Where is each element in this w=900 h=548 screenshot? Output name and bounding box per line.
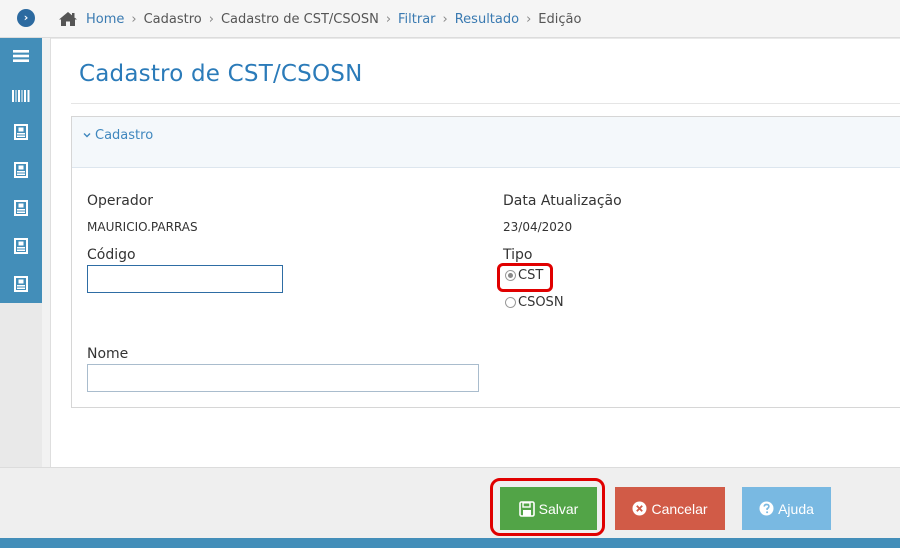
bottom-accent-bar: [0, 538, 900, 548]
radio-button[interactable]: [505, 297, 516, 308]
sidebar-item-barcode[interactable]: [0, 78, 42, 114]
sidebar-gutter: [42, 38, 51, 468]
cancelar-label: Cancelar: [651, 500, 708, 517]
chevron-right-icon: ›: [442, 11, 448, 27]
top-bar: › Home › Cadastro › Cadastro de CST/CSOS…: [0, 0, 900, 38]
sidebar-item-report-1[interactable]: [0, 114, 42, 150]
nome-label: Nome: [87, 346, 129, 362]
tipo-label: Tipo: [503, 247, 533, 263]
sidebar-item-menu[interactable]: [0, 38, 42, 74]
data-atualizacao-label: Data Atualização: [503, 193, 622, 209]
nome-input[interactable]: [87, 364, 479, 392]
ajuda-button[interactable]: Ajuda: [742, 487, 831, 530]
report-icon: [14, 200, 28, 216]
panel-title: Cadastro: [95, 128, 154, 143]
page-title: Cadastro de CST/CSOSN: [79, 61, 363, 87]
data-atualizacao-value: 23/04/2020: [503, 220, 573, 234]
breadcrumb-cadastro-cst: Cadastro de CST/CSOSN: [220, 11, 379, 27]
main-content: Cadastro de CST/CSOSN Cadastro: [51, 39, 900, 467]
cancelar-button[interactable]: Cancelar: [615, 487, 725, 530]
breadcrumb-cadastro: Cadastro: [143, 11, 202, 27]
codigo-input[interactable]: [87, 265, 283, 293]
divider: [71, 103, 900, 104]
panel-header[interactable]: Cadastro: [72, 117, 900, 168]
chevron-right-icon: ›: [385, 11, 392, 27]
report-icon: [14, 124, 28, 140]
report-icon: [14, 276, 28, 292]
operador-value: MAURICIO.PARRAS: [87, 220, 198, 234]
operador-label: Operador: [87, 193, 154, 209]
chevron-right-icon: ›: [208, 11, 214, 27]
sidebar: [0, 38, 42, 303]
help-circle-icon: [759, 501, 774, 516]
sidebar-item-report-2[interactable]: [0, 152, 42, 188]
ajuda-label: Ajuda: [778, 500, 814, 517]
chevron-right-icon: ›: [131, 11, 137, 27]
barcode-icon: [12, 90, 30, 102]
home-icon[interactable]: [58, 11, 78, 27]
breadcrumb-home[interactable]: Home: [86, 12, 124, 27]
report-icon: [14, 238, 28, 254]
highlight-box-salvar: [490, 478, 605, 536]
report-icon: [14, 162, 28, 178]
chevron-down-icon: [83, 133, 91, 138]
breadcrumb-filtrar[interactable]: Filtrar: [398, 12, 436, 27]
sidebar-item-report-4[interactable]: [0, 228, 42, 264]
tipo-radio-csosn[interactable]: CSOSN: [505, 295, 564, 310]
breadcrumb: Home › Cadastro › Cadastro de CST/CSOSN …: [58, 10, 581, 28]
breadcrumb-edicao: Edição: [538, 11, 582, 27]
tipo-option-csosn: CSOSN: [518, 295, 564, 310]
breadcrumb-resultado[interactable]: Resultado: [455, 12, 519, 27]
menu-icon: [13, 50, 29, 62]
chevron-right-icon: ›: [23, 11, 29, 24]
sidebar-item-report-3[interactable]: [0, 190, 42, 226]
codigo-label: Código: [87, 247, 136, 263]
close-circle-icon: [632, 501, 647, 516]
sidebar-item-report-5[interactable]: [0, 266, 42, 302]
sidebar-toggle-button[interactable]: ›: [17, 9, 35, 27]
chevron-right-icon: ›: [526, 11, 532, 27]
highlight-box-cst: [497, 263, 553, 292]
